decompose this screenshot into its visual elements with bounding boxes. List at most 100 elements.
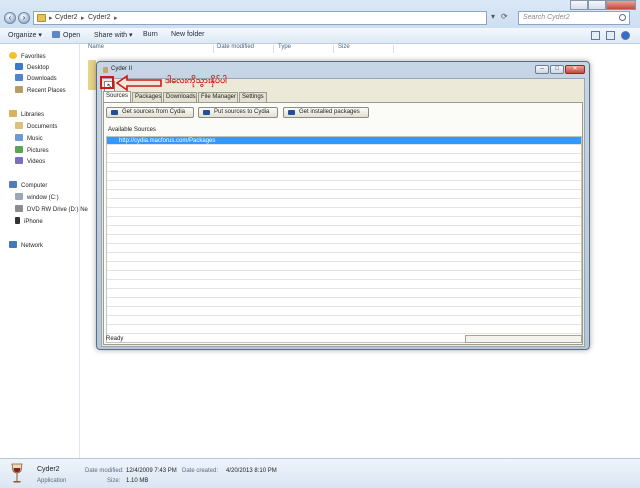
column-date-modified[interactable]: Date modified — [217, 44, 254, 50]
annotation-text: ဒါလေးကိုသွားနှိပ်ပါ — [165, 75, 227, 85]
list-item-empty[interactable] — [107, 326, 581, 334]
close-button[interactable] — [606, 0, 636, 10]
maximize-button[interactable] — [588, 0, 606, 10]
breadcrumb-item-1[interactable]: Cyder2 — [55, 14, 78, 21]
tab-file-manager[interactable]: File Manager — [198, 92, 238, 102]
put-sources-button[interactable]: Put sources to Cydia — [198, 107, 278, 118]
list-item-empty[interactable] — [107, 245, 581, 253]
list-item-empty[interactable] — [107, 146, 581, 154]
list-item-empty[interactable] — [107, 263, 581, 271]
list-item-empty[interactable] — [107, 227, 581, 235]
available-sources-label: Available Sources — [108, 127, 156, 133]
status-text: Ready — [106, 336, 124, 342]
folder-icon — [37, 14, 46, 22]
nav-desktop[interactable]: Desktop — [15, 63, 49, 71]
help-icon[interactable] — [621, 31, 630, 40]
column-size[interactable]: Size — [338, 44, 350, 50]
list-item-empty[interactable] — [107, 281, 581, 289]
tab-packages[interactable]: Packages — [132, 92, 162, 102]
back-button[interactable]: ‹ — [4, 12, 16, 24]
details-date-modified: 12/4/2009 7:43 PM — [126, 468, 177, 474]
breadcrumb-separator: ▸ — [81, 15, 85, 22]
nav-computer[interactable]: Computer — [9, 181, 47, 189]
sources-panel: Get sources from Cydia Put sources to Cy… — [103, 102, 583, 345]
list-item-empty[interactable] — [107, 272, 581, 280]
command-bar: Organize ▾ Open Share with ▾ Burn New fo… — [0, 28, 640, 44]
new-folder-button[interactable]: New folder — [171, 31, 204, 38]
preview-pane-icon[interactable] — [606, 31, 615, 40]
download-icon — [111, 110, 118, 115]
list-item-empty[interactable] — [107, 182, 581, 190]
cyder-app-icon — [103, 67, 108, 73]
list-item-empty[interactable] — [107, 164, 581, 172]
cyder-close-button[interactable]: ✕ — [565, 65, 585, 74]
column-name[interactable]: Name — [88, 44, 104, 50]
nav-drive-c[interactable]: window (C:) — [15, 193, 59, 201]
dropdown-icon[interactable]: ▾ — [491, 12, 495, 21]
details-file-type: Application — [37, 478, 67, 484]
nav-downloads[interactable]: Downloads — [15, 74, 57, 82]
nav-videos[interactable]: Videos — [15, 157, 45, 165]
column-type[interactable]: Type — [278, 44, 291, 50]
list-item[interactable]: http://cydia.macforus.com/Packages — [107, 137, 581, 145]
details-date-created-label: Date created: — [182, 468, 219, 474]
nav-pictures[interactable]: Pictures — [15, 146, 49, 154]
breadcrumb-separator: ▸ — [49, 15, 53, 22]
nav-network[interactable]: Network — [9, 241, 43, 249]
search-input[interactable]: Search Cyder2 — [518, 11, 630, 25]
nav-libraries[interactable]: Libraries — [9, 110, 44, 118]
minimize-button[interactable] — [570, 0, 588, 10]
list-item-empty[interactable] — [107, 299, 581, 307]
list-item-empty[interactable] — [107, 200, 581, 208]
nav-music[interactable]: Music — [15, 134, 43, 142]
list-item-empty[interactable] — [107, 308, 581, 316]
nav-dvd-drive[interactable]: DVD RW Drive (D:) Ne — [15, 205, 88, 213]
column-separator — [393, 45, 394, 53]
get-installed-button[interactable]: Get installed packages — [283, 107, 369, 118]
videos-icon — [15, 157, 23, 164]
column-separator — [213, 45, 214, 53]
cyder-window: Cyder II – □ ✕ ↖ Sources Packages Downlo… — [96, 61, 590, 350]
cyder-maximize-button[interactable]: □ — [550, 65, 564, 74]
list-item-empty[interactable] — [107, 173, 581, 181]
refresh-icon[interactable]: ⟳ — [501, 12, 508, 21]
open-button[interactable]: Open — [52, 31, 80, 39]
tab-settings[interactable]: Settings — [239, 92, 267, 102]
list-item-empty[interactable] — [107, 254, 581, 262]
cyder-minimize-button[interactable]: – — [535, 65, 549, 74]
nav-documents[interactable]: Documents — [15, 122, 57, 130]
dvd-drive-icon — [15, 205, 23, 212]
tab-downloads[interactable]: Downloads — [163, 92, 197, 102]
music-icon — [15, 134, 23, 141]
sources-list[interactable]: http://cydia.macforus.com/Packages — [106, 136, 582, 343]
forward-button[interactable]: › — [18, 12, 30, 24]
nav-recent-places[interactable]: Recent Places — [15, 86, 66, 94]
file-icons-column — [88, 60, 96, 90]
list-item-empty[interactable] — [107, 290, 581, 298]
open-icon — [52, 31, 60, 38]
share-with-menu[interactable]: Share with ▾ — [94, 31, 133, 39]
address-bar[interactable]: ▸ Cyder2 ▸ Cyder2 ▸ — [33, 11, 487, 25]
address-tools: ▾ ⟳ — [491, 12, 513, 24]
pictures-icon — [15, 146, 23, 153]
recent-places-icon — [15, 86, 23, 93]
annotation-arrow-icon — [115, 74, 162, 92]
burn-button[interactable]: Burn — [143, 31, 158, 38]
nav-favorites[interactable]: Favorites — [9, 52, 46, 60]
get-sources-button[interactable]: Get sources from Cydia — [106, 107, 194, 118]
breadcrumb-item-2[interactable]: Cyder2 — [88, 14, 111, 21]
nav-iphone[interactable]: iPhone — [15, 217, 43, 225]
cyder-client-area: ↖ Sources Packages Downloads File Manage… — [101, 78, 585, 347]
computer-icon — [9, 181, 17, 188]
list-item-empty[interactable] — [107, 317, 581, 325]
list-item-empty[interactable] — [107, 236, 581, 244]
list-item-empty[interactable] — [107, 191, 581, 199]
organize-menu[interactable]: Organize ▾ — [8, 31, 42, 39]
search-placeholder: Search Cyder2 — [523, 14, 570, 21]
drive-icon — [15, 193, 23, 200]
view-options-icon[interactable] — [591, 31, 600, 40]
list-item-empty[interactable] — [107, 209, 581, 217]
list-item-empty[interactable] — [107, 155, 581, 163]
list-item-empty[interactable] — [107, 218, 581, 226]
tab-sources[interactable]: Sources — [103, 91, 131, 102]
